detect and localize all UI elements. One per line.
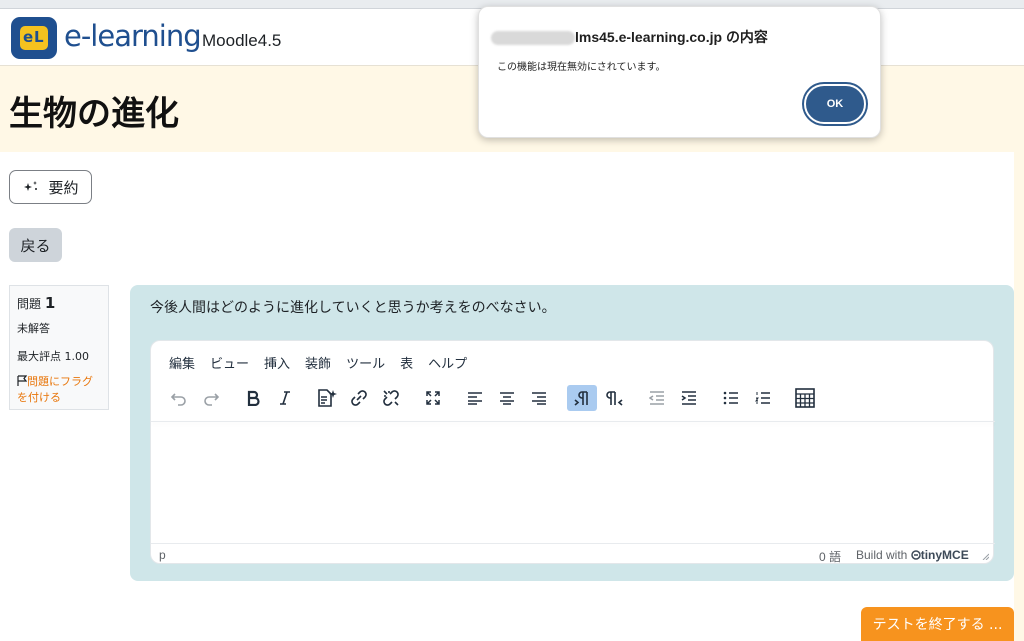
toolbar-divider	[151, 421, 995, 422]
align-right-icon[interactable]	[525, 385, 553, 411]
brand-name[interactable]: e-learning	[64, 19, 202, 53]
menu-view[interactable]: ビュー	[210, 353, 249, 372]
alert-dialog: lms45.e-learning.co.jp の内容 この機能は現在無効にされて…	[478, 6, 881, 138]
menu-tools[interactable]: ツール	[346, 353, 385, 372]
ai-generate-icon[interactable]	[313, 385, 341, 411]
menu-help[interactable]: ヘルプ	[428, 353, 467, 372]
bullet-list-icon[interactable]	[717, 385, 745, 411]
site-logo[interactable]: eL	[11, 17, 57, 59]
menu-table[interactable]: 表	[400, 353, 413, 372]
dialog-message: この機能は現在無効にされています。	[497, 62, 666, 73]
redacted-host	[491, 31, 575, 45]
editor-statusbar: p 0 語 Build with tinyMCE	[151, 543, 995, 565]
editor-menubar: 編集 ビュー 挿入 装飾 ツール 表 ヘルプ	[169, 353, 467, 372]
summary-button[interactable]: 要約	[9, 170, 92, 204]
rtl-icon[interactable]	[601, 385, 629, 411]
numbered-list-icon[interactable]	[749, 385, 777, 411]
redo-icon[interactable]	[197, 385, 225, 411]
fullscreen-icon[interactable]	[419, 385, 447, 411]
ltr-icon[interactable]	[567, 385, 597, 411]
indent-icon[interactable]	[675, 385, 703, 411]
resize-grip-icon[interactable]	[981, 552, 989, 560]
element-path[interactable]: p	[159, 548, 166, 562]
dialog-title: lms45.e-learning.co.jp の内容	[575, 29, 768, 45]
align-left-icon[interactable]	[461, 385, 489, 411]
undo-icon[interactable]	[165, 385, 193, 411]
ok-button[interactable]: OK	[804, 84, 866, 124]
question-text: 今後人間はどのように進化していくと思うか考えをのべなさい。	[150, 300, 556, 316]
flag-icon	[17, 375, 28, 386]
page-title: 生物の進化	[9, 94, 179, 134]
bold-icon[interactable]	[239, 385, 267, 411]
menu-format[interactable]: 装飾	[305, 353, 331, 372]
menu-edit[interactable]: 編集	[169, 353, 195, 372]
unlink-icon[interactable]	[377, 385, 405, 411]
tinymce-branding[interactable]: Build with tinyMCE	[856, 548, 969, 562]
link-icon[interactable]	[345, 385, 373, 411]
menu-insert[interactable]: 挿入	[264, 353, 290, 372]
tinymce-logo-icon	[910, 550, 921, 560]
align-center-icon[interactable]	[493, 385, 521, 411]
italic-icon[interactable]	[271, 385, 299, 411]
brand-version: Moodle4.5	[202, 31, 282, 50]
question-formulation: 今後人間はどのように進化していくと思うか考えをのべなさい。 編集 ビュー 挿入 …	[130, 285, 1014, 581]
question-number: 問題 1	[17, 294, 56, 312]
calculator-icon[interactable]	[791, 385, 819, 411]
logo-mark: eL	[20, 26, 48, 50]
finish-attempt-button[interactable]: テストを終了する ...	[861, 607, 1014, 641]
question-grade: 最大評点 1.00	[17, 350, 89, 363]
question-info: 問題 1 未解答 最大評点 1.00 問題にフラグを付ける	[9, 285, 109, 410]
question-state: 未解答	[17, 322, 50, 335]
rich-text-editor[interactable]: 編集 ビュー 挿入 装飾 ツール 表 ヘルプ p 0 語 Build with …	[150, 340, 995, 565]
word-count[interactable]: 0 語	[819, 548, 841, 565]
summary-label: 要約	[48, 178, 79, 197]
outdent-icon[interactable]	[643, 385, 671, 411]
sparkle-icon	[24, 181, 38, 191]
flag-question-link[interactable]: 問題にフラグを付ける	[17, 374, 101, 406]
back-button[interactable]: 戻る	[9, 228, 62, 262]
